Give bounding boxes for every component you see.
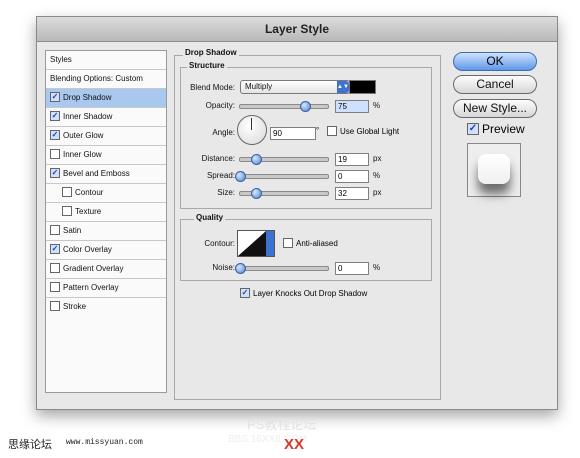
sidebar-item-stroke[interactable]: Stroke [46, 298, 166, 316]
sidebar-item-label: Inner Glow [63, 150, 102, 159]
spread-unit: % [373, 171, 381, 180]
angle-field[interactable]: 90 [270, 127, 316, 140]
anti-aliased-option[interactable]: Anti-aliased [283, 238, 338, 249]
noise-field[interactable]: 0 [335, 262, 369, 275]
contour-label: Contour: [204, 239, 235, 248]
sidebar-item-color-overlay[interactable]: ✓ Color Overlay [46, 241, 166, 260]
opacity-label: Opacity: [205, 101, 235, 110]
sidebar-item-label: Bevel and Emboss [63, 169, 130, 178]
size-label: Size: [217, 188, 235, 197]
blend-mode-value: Multiply [245, 82, 273, 91]
new-style-button[interactable]: New Style... [453, 99, 537, 118]
styles-list: Styles Blending Options: Custom ✓ Drop Sh… [45, 50, 167, 393]
sidebar-item-label: Drop Shadow [63, 93, 112, 102]
quality-title: Quality [194, 213, 226, 222]
spread-label: Spread: [206, 171, 235, 180]
checkbox-icon[interactable]: ✓ [50, 110, 60, 121]
distance-field[interactable]: 19 [335, 153, 369, 166]
styles-header[interactable]: Styles [46, 51, 166, 70]
footer-site-url: www.missyuan.com [66, 438, 143, 447]
spread-field[interactable]: 0 [335, 170, 369, 183]
checkbox-icon[interactable] [50, 148, 60, 159]
checkbox-icon[interactable] [327, 126, 337, 136]
checkbox-icon[interactable] [62, 186, 72, 197]
ok-button[interactable]: OK [453, 52, 537, 71]
blending-options-item[interactable]: Blending Options: Custom [46, 70, 166, 89]
sidebar-item-label: Inner Shadow [63, 112, 113, 121]
noise-label: Noise: [212, 263, 235, 272]
footer-site-left: 思缘论坛 [8, 439, 52, 451]
checkbox-icon[interactable]: ✓ [50, 243, 60, 254]
layer-style-dialog: Layer Style Styles Blending Options: Cus… [36, 16, 558, 410]
size-slider-thumb[interactable] [251, 188, 262, 199]
checkbox-icon[interactable] [50, 281, 60, 292]
footer-xx: XX [284, 436, 305, 453]
opacity-slider-thumb[interactable] [300, 101, 311, 112]
drop-shadow-title: Drop Shadow [183, 48, 239, 57]
size-field[interactable]: 32 [335, 187, 369, 200]
sidebar-item-contour[interactable]: Contour [46, 184, 166, 203]
anti-aliased-label: Anti-aliased [296, 239, 338, 249]
sidebar-item-label: Texture [75, 207, 102, 216]
footer-forum: PS教程论坛 [247, 417, 317, 432]
blend-mode-label: Blend Mode: [190, 83, 235, 92]
sidebar-item-label: Gradient Overlay [63, 264, 124, 273]
noise-unit: % [373, 263, 381, 272]
shadow-color-swatch[interactable] [349, 80, 376, 94]
size-unit: px [373, 188, 382, 197]
checkbox-icon[interactable]: ✓ [50, 167, 60, 178]
sidebar-item-satin[interactable]: Satin [46, 222, 166, 241]
sidebar-item-gradient-overlay[interactable]: Gradient Overlay [46, 260, 166, 279]
sidebar-item-label: Color Overlay [63, 245, 112, 254]
distance-label: Distance: [201, 154, 235, 163]
knockout-label: Layer Knocks Out Drop Shadow [253, 289, 368, 299]
spread-slider-track[interactable] [239, 174, 329, 179]
noise-slider-track[interactable] [239, 266, 329, 271]
checkbox-icon[interactable]: ✓ [467, 122, 479, 135]
sidebar-item-label: Stroke [63, 302, 87, 311]
checkbox-icon[interactable] [62, 205, 72, 216]
noise-slider-thumb[interactable] [235, 263, 246, 274]
checkbox-icon[interactable]: ✓ [50, 91, 60, 102]
distance-unit: px [373, 154, 382, 163]
sidebar-item-outer-glow[interactable]: ✓ Outer Glow [46, 127, 166, 146]
sidebar-item-drop-shadow[interactable]: ✓ Drop Shadow [46, 89, 166, 108]
angle-label: Angle: [212, 128, 235, 137]
knockout-option[interactable]: ✓ Layer Knocks Out Drop Shadow [240, 288, 368, 299]
cancel-button[interactable]: Cancel [453, 75, 537, 94]
sidebar-item-inner-glow[interactable]: Inner Glow [46, 146, 166, 165]
sidebar-item-pattern-overlay[interactable]: Pattern Overlay [46, 279, 166, 298]
sidebar-item-label: Outer Glow [63, 131, 104, 140]
angle-dial[interactable] [237, 115, 267, 145]
checkbox-icon[interactable] [50, 300, 60, 311]
angle-unit: ° [316, 126, 320, 135]
opacity-unit: % [373, 101, 381, 110]
contour-curve-icon [238, 231, 274, 256]
blend-mode-select[interactable]: Multiply ▲▼ [240, 80, 350, 94]
sidebar-item-label: Pattern Overlay [63, 283, 119, 292]
sidebar-item-texture[interactable]: Texture [46, 203, 166, 222]
chevron-down-icon: ▲▼ [337, 81, 349, 93]
global-light-label: Use Global Light [340, 127, 400, 137]
sidebar-item-bevel-emboss[interactable]: ✓ Bevel and Emboss [46, 165, 166, 184]
global-light-option[interactable]: Use Global Light [327, 126, 400, 137]
sidebar-item-inner-shadow[interactable]: ✓ Inner Shadow [46, 108, 166, 127]
checkbox-icon[interactable] [50, 262, 60, 273]
preview-option[interactable]: ✓ Preview [467, 122, 525, 136]
checkbox-icon[interactable] [50, 224, 60, 235]
preview-thumbnail [467, 143, 521, 197]
spread-slider-thumb[interactable] [235, 171, 246, 182]
sidebar-item-label: Satin [63, 226, 82, 235]
checkbox-icon[interactable]: ✓ [240, 288, 250, 298]
opacity-field[interactable]: 75 [335, 100, 369, 113]
structure-title: Structure [187, 61, 227, 70]
distance-slider-thumb[interactable] [251, 154, 262, 165]
checkbox-icon[interactable] [283, 238, 293, 248]
opacity-slider-track[interactable] [239, 104, 329, 109]
sidebar-item-label: Contour [75, 188, 104, 197]
preview-label: Preview [482, 122, 525, 136]
dialog-title: Layer Style [37, 17, 557, 42]
contour-preview[interactable] [237, 230, 275, 257]
checkbox-icon[interactable]: ✓ [50, 129, 60, 140]
